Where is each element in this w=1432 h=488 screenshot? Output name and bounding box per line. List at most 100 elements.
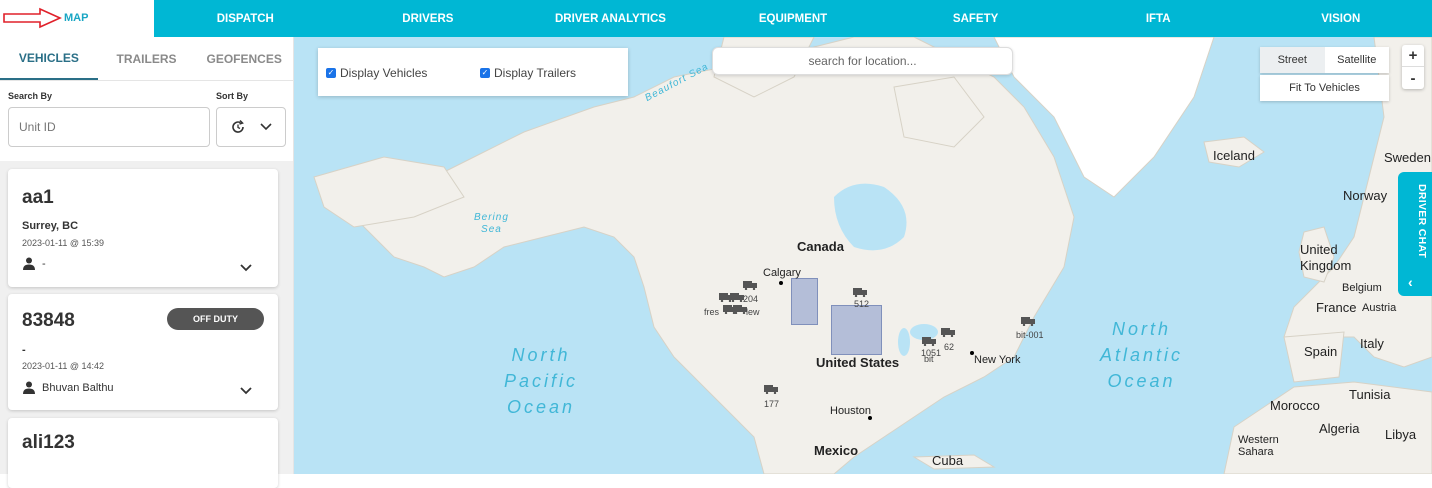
unit-id-search-input[interactable] (8, 107, 210, 147)
checkbox-checked-icon[interactable]: ✓ (480, 68, 490, 78)
map-type-street[interactable]: Street (1260, 47, 1325, 73)
map-label-houston: Houston (830, 405, 871, 417)
ocean-text: Bering Sea (474, 212, 509, 235)
sort-by-label: Sort By (216, 91, 249, 101)
vehicle-list: aa1 Surrey, BC 2023-01-11 @ 15:39 - 8384… (0, 161, 293, 488)
truck-marker-icon[interactable] (941, 328, 955, 337)
tab-vehicles[interactable]: VEHICLES (0, 37, 98, 80)
city-dot (868, 416, 872, 420)
map-label-spain: Spain (1304, 344, 1338, 359)
nav-item-ifta[interactable]: IFTA (1067, 0, 1250, 37)
truck-marker-icon[interactable] (922, 337, 936, 346)
truck-label: bit (924, 354, 934, 364)
vehicle-unit-id: ali123 (22, 432, 75, 453)
truck-marker-icon[interactable] (733, 305, 747, 314)
checkbox-checked-icon[interactable]: ✓ (326, 68, 336, 78)
truck-label: 512 (854, 299, 870, 309)
sidebar-tabs: VEHICLES TRAILERS GEOFENCES (0, 37, 293, 81)
nav-item-equipment[interactable]: EQUIPMENT (702, 0, 885, 37)
geofence-area[interactable] (831, 305, 882, 355)
map-label-france: France (1316, 300, 1357, 315)
truck-marker-icon[interactable] (853, 288, 867, 297)
vehicle-driver: - (22, 257, 46, 270)
driver-chat-label: DRIVER CHAT (1416, 184, 1428, 259)
expand-chevron-icon[interactable] (240, 264, 252, 272)
zoom-out-button[interactable]: - (1402, 67, 1424, 89)
expand-chevron-icon[interactable] (240, 387, 252, 395)
ocean-text: North Atlantic Ocean (1100, 319, 1184, 391)
map-label-tunisia: Tunisia (1349, 387, 1391, 402)
city-dot (779, 281, 783, 285)
zoom-control: + - (1402, 45, 1424, 89)
zoom-in-button[interactable]: + (1402, 45, 1424, 67)
map-label-new-york: New York (974, 354, 1021, 366)
nav-label-map: MAP (64, 12, 89, 24)
tab-geofences[interactable]: GEOFENCES (195, 37, 293, 80)
truck-label: 62 (944, 342, 955, 352)
vehicle-unit-id: aa1 (22, 187, 54, 208)
refresh-clock-icon (232, 119, 244, 133)
display-trailers-label: Display Trailers (494, 66, 577, 80)
truck-marker-icon[interactable] (743, 281, 757, 290)
map-label-austria: Austria (1362, 302, 1397, 314)
truck-marker-icon[interactable] (730, 293, 744, 302)
map-label-italy: Italy (1360, 336, 1384, 351)
driver-chat-tab[interactable]: DRIVER CHAT ‹ (1398, 172, 1432, 296)
vehicle-card[interactable]: 83848 OFF DUTY - 2023-01-11 @ 14:42 Bhuv… (8, 294, 278, 410)
map-label-western-sahara: Western Sahara (1238, 434, 1279, 458)
ocean-label-north-pacific: North Pacific Ocean (504, 342, 578, 420)
ocean-label-north-atlantic: North Atlantic Ocean (1100, 316, 1183, 394)
city-dot (970, 351, 974, 355)
vehicle-unit-id: 83848 (22, 310, 75, 331)
vehicle-driver: Bhuvan Balthu (22, 381, 114, 394)
nav-item-vision[interactable]: VISION (1249, 0, 1432, 37)
map-label-calgary: Calgary (763, 267, 801, 279)
person-icon (23, 257, 35, 270)
map-label-united-kingdom: United Kingdom (1300, 242, 1352, 273)
truck-marker-icon[interactable] (1021, 317, 1035, 326)
vehicle-driver-name: - (42, 257, 46, 270)
truck-label: 204 (743, 294, 759, 304)
map-type-satellite[interactable]: Satellite (1324, 47, 1389, 73)
map-label-sweden: Sweden (1384, 150, 1431, 165)
vehicle-card[interactable]: ali123 (8, 418, 278, 488)
vehicle-timestamp: 2023-01-11 @ 14:42 (22, 361, 105, 371)
map-label-canada: Canada (797, 239, 844, 254)
chevron-down-icon (260, 123, 272, 131)
display-toggle-panel: ✓ Display Vehicles ✓ Display Trailers (318, 48, 628, 96)
nav-item-dispatch[interactable]: DISPATCH (154, 0, 337, 37)
nav-item-safety[interactable]: SAFETY (884, 0, 1067, 37)
status-badge: OFF DUTY (167, 308, 264, 330)
top-nav: MAP DISPATCH DRIVERS DRIVER ANALYTICS EQ… (0, 0, 1432, 37)
vehicle-location: - (22, 344, 26, 356)
chevron-left-icon: ‹ (1408, 274, 1413, 290)
geofence-area[interactable] (791, 278, 818, 325)
truck-label: 177 (764, 399, 780, 409)
display-trailers-toggle[interactable]: ✓ Display Trailers (480, 66, 576, 80)
display-vehicles-label: Display Vehicles (340, 66, 428, 80)
truck-label: lew (746, 307, 760, 317)
map-label-morocco: Morocco (1270, 398, 1320, 413)
red-arrow-annotation (3, 7, 62, 29)
map-label-cuba: Cuba (932, 453, 964, 468)
truck-label: bit-001 (1016, 330, 1044, 340)
map-canvas[interactable]: North Pacific Ocean North Atlantic Ocean… (294, 37, 1432, 474)
display-vehicles-toggle[interactable]: ✓ Display Vehicles (326, 66, 427, 80)
tab-trailers[interactable]: TRAILERS (98, 37, 196, 80)
nav-item-driver-analytics[interactable]: DRIVER ANALYTICS (519, 0, 702, 37)
nav-item-map[interactable]: MAP (0, 0, 154, 37)
vehicle-driver-name: Bhuvan Balthu (42, 381, 114, 394)
nav-item-drivers[interactable]: DRIVERS (337, 0, 520, 37)
ocean-text: North Pacific Ocean (504, 345, 579, 417)
ocean-label-bering-sea: Bering Sea (474, 212, 509, 236)
location-search-input[interactable]: search for location... (712, 47, 1013, 75)
vehicle-card[interactable]: aa1 Surrey, BC 2023-01-11 @ 15:39 - (8, 169, 278, 287)
person-icon (23, 381, 35, 394)
map-label-libya: Libya (1385, 427, 1417, 442)
sort-select[interactable] (216, 107, 286, 147)
map-label-algeria: Algeria (1319, 421, 1360, 436)
truck-marker-icon[interactable] (764, 385, 778, 394)
map-label-norway: Norway (1343, 188, 1388, 203)
map-label-united-states: United States (816, 355, 900, 370)
fit-to-vehicles-button[interactable]: Fit To Vehicles (1260, 75, 1389, 101)
